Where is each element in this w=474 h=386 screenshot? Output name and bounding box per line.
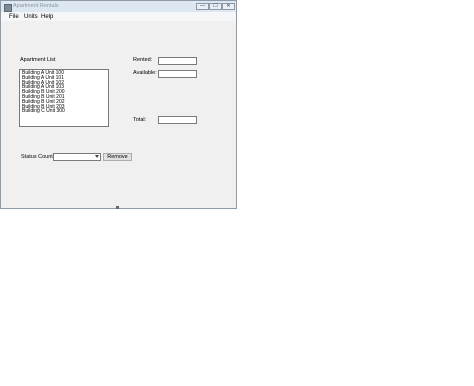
menu-help[interactable]: Help	[41, 14, 53, 20]
available-label: Available:	[133, 70, 157, 76]
maximize-button[interactable]: ☐	[209, 3, 222, 10]
list-item[interactable]: Building C Unit 300	[22, 109, 106, 114]
close-button[interactable]: ✕	[222, 3, 235, 10]
chevron-down-icon[interactable]	[95, 155, 99, 158]
total-field[interactable]	[158, 116, 197, 124]
resize-grip-icon[interactable]	[116, 206, 119, 209]
menu-units[interactable]: Units	[24, 14, 38, 20]
total-label: Total:	[133, 117, 147, 123]
remove-button[interactable]: Remove	[103, 153, 132, 161]
menu-bar: File Units Help	[1, 12, 236, 21]
app-window: Apartment Rentals — ☐ ✕ File Units Help …	[0, 0, 237, 209]
rented-label: Rented:	[133, 57, 153, 63]
status-count-dropdown[interactable]	[53, 153, 101, 161]
available-field[interactable]	[158, 70, 197, 78]
rented-field[interactable]	[158, 57, 197, 65]
minimize-button[interactable]: —	[196, 3, 209, 10]
app-icon	[4, 4, 12, 12]
status-count-label: Status Count:	[21, 154, 55, 160]
apartment-listbox[interactable]: Building A Unit 100 Building A Unit 101 Bu…	[19, 69, 109, 127]
apartment-list-label: Apartment List	[20, 57, 56, 63]
menu-file[interactable]: File	[9, 14, 19, 20]
window-title: Apartment Rentals	[13, 3, 59, 9]
